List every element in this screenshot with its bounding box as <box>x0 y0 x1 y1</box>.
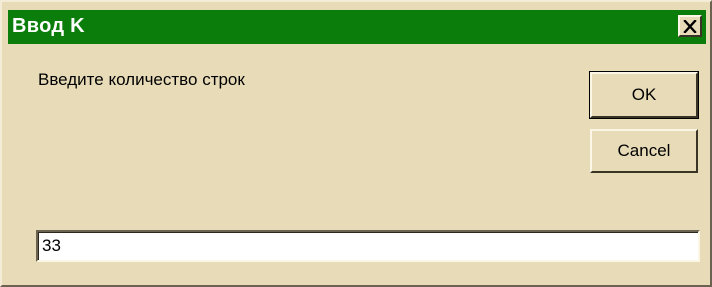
ok-button[interactable]: OK <box>589 71 699 119</box>
close-button[interactable] <box>678 15 702 37</box>
prompt-label: Введите количество строк <box>38 70 245 89</box>
rows-count-input[interactable] <box>36 230 700 262</box>
window-title: Ввод K <box>12 15 85 37</box>
title-bar[interactable]: Ввод K <box>8 10 706 44</box>
input-dialog-window: Ввод K Введите количество строк OK Cance… <box>0 0 712 287</box>
close-icon <box>683 19 697 33</box>
cancel-button[interactable]: Cancel <box>590 129 698 173</box>
